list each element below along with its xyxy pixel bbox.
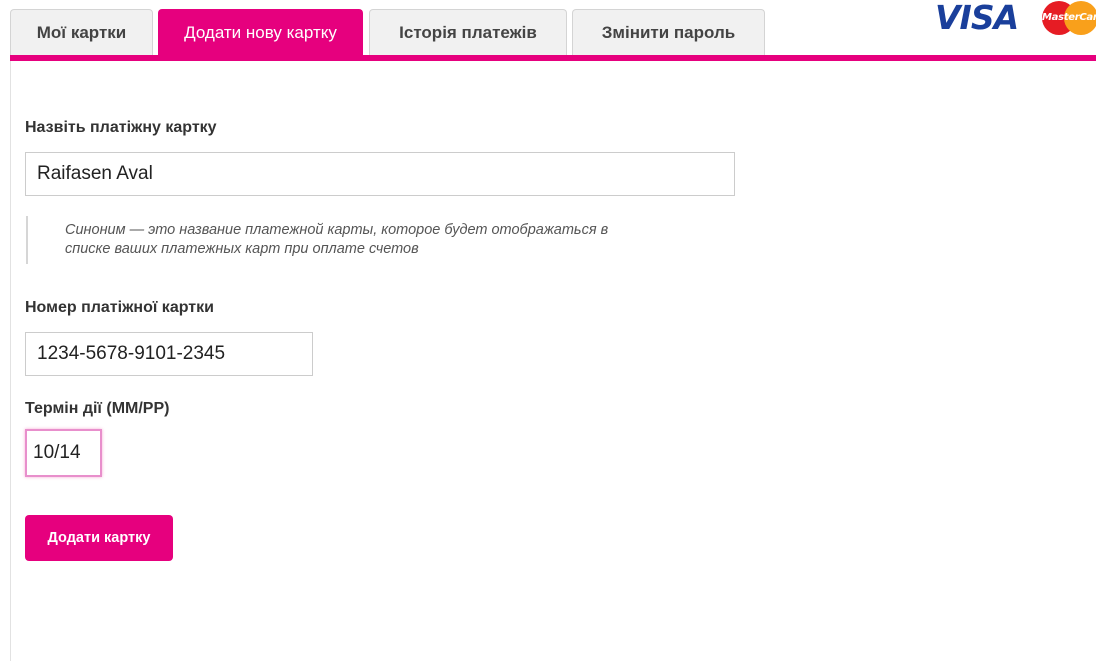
visa-logo: VISA [935,0,1019,37]
page: Мої картки Додати нову картку Історія пл… [0,0,1096,661]
mastercard-logo: MasterCard [1038,1,1096,35]
tab-my-cards[interactable]: Мої картки [10,9,153,55]
content-border [10,61,11,661]
tab-add-new-card[interactable]: Додати нову картку [158,9,363,55]
hint-line-2: списке ваших платежных карт при оплате с… [65,241,419,257]
tabs-underline [10,55,1096,61]
hint-line-1: Синоним — это название платежной карты, … [65,222,609,238]
tab-change-password[interactable]: Змінити пароль [572,9,765,55]
add-card-button[interactable]: Додати картку [25,515,173,561]
card-number-input[interactable] [25,332,313,376]
tab-payment-history[interactable]: Історія платежів [369,9,567,55]
expiry-label: Термін дії (ММ/РР) [25,400,170,417]
card-name-hint: Синоним — это название платежной карты, … [26,216,736,264]
expiry-input[interactable] [25,429,102,477]
mastercard-wordmark: MasterCard [1042,12,1096,23]
card-number-label: Номер платіжної картки [25,299,214,316]
card-name-input[interactable] [25,152,735,196]
card-name-label: Назвіть платіжну картку [25,119,217,136]
